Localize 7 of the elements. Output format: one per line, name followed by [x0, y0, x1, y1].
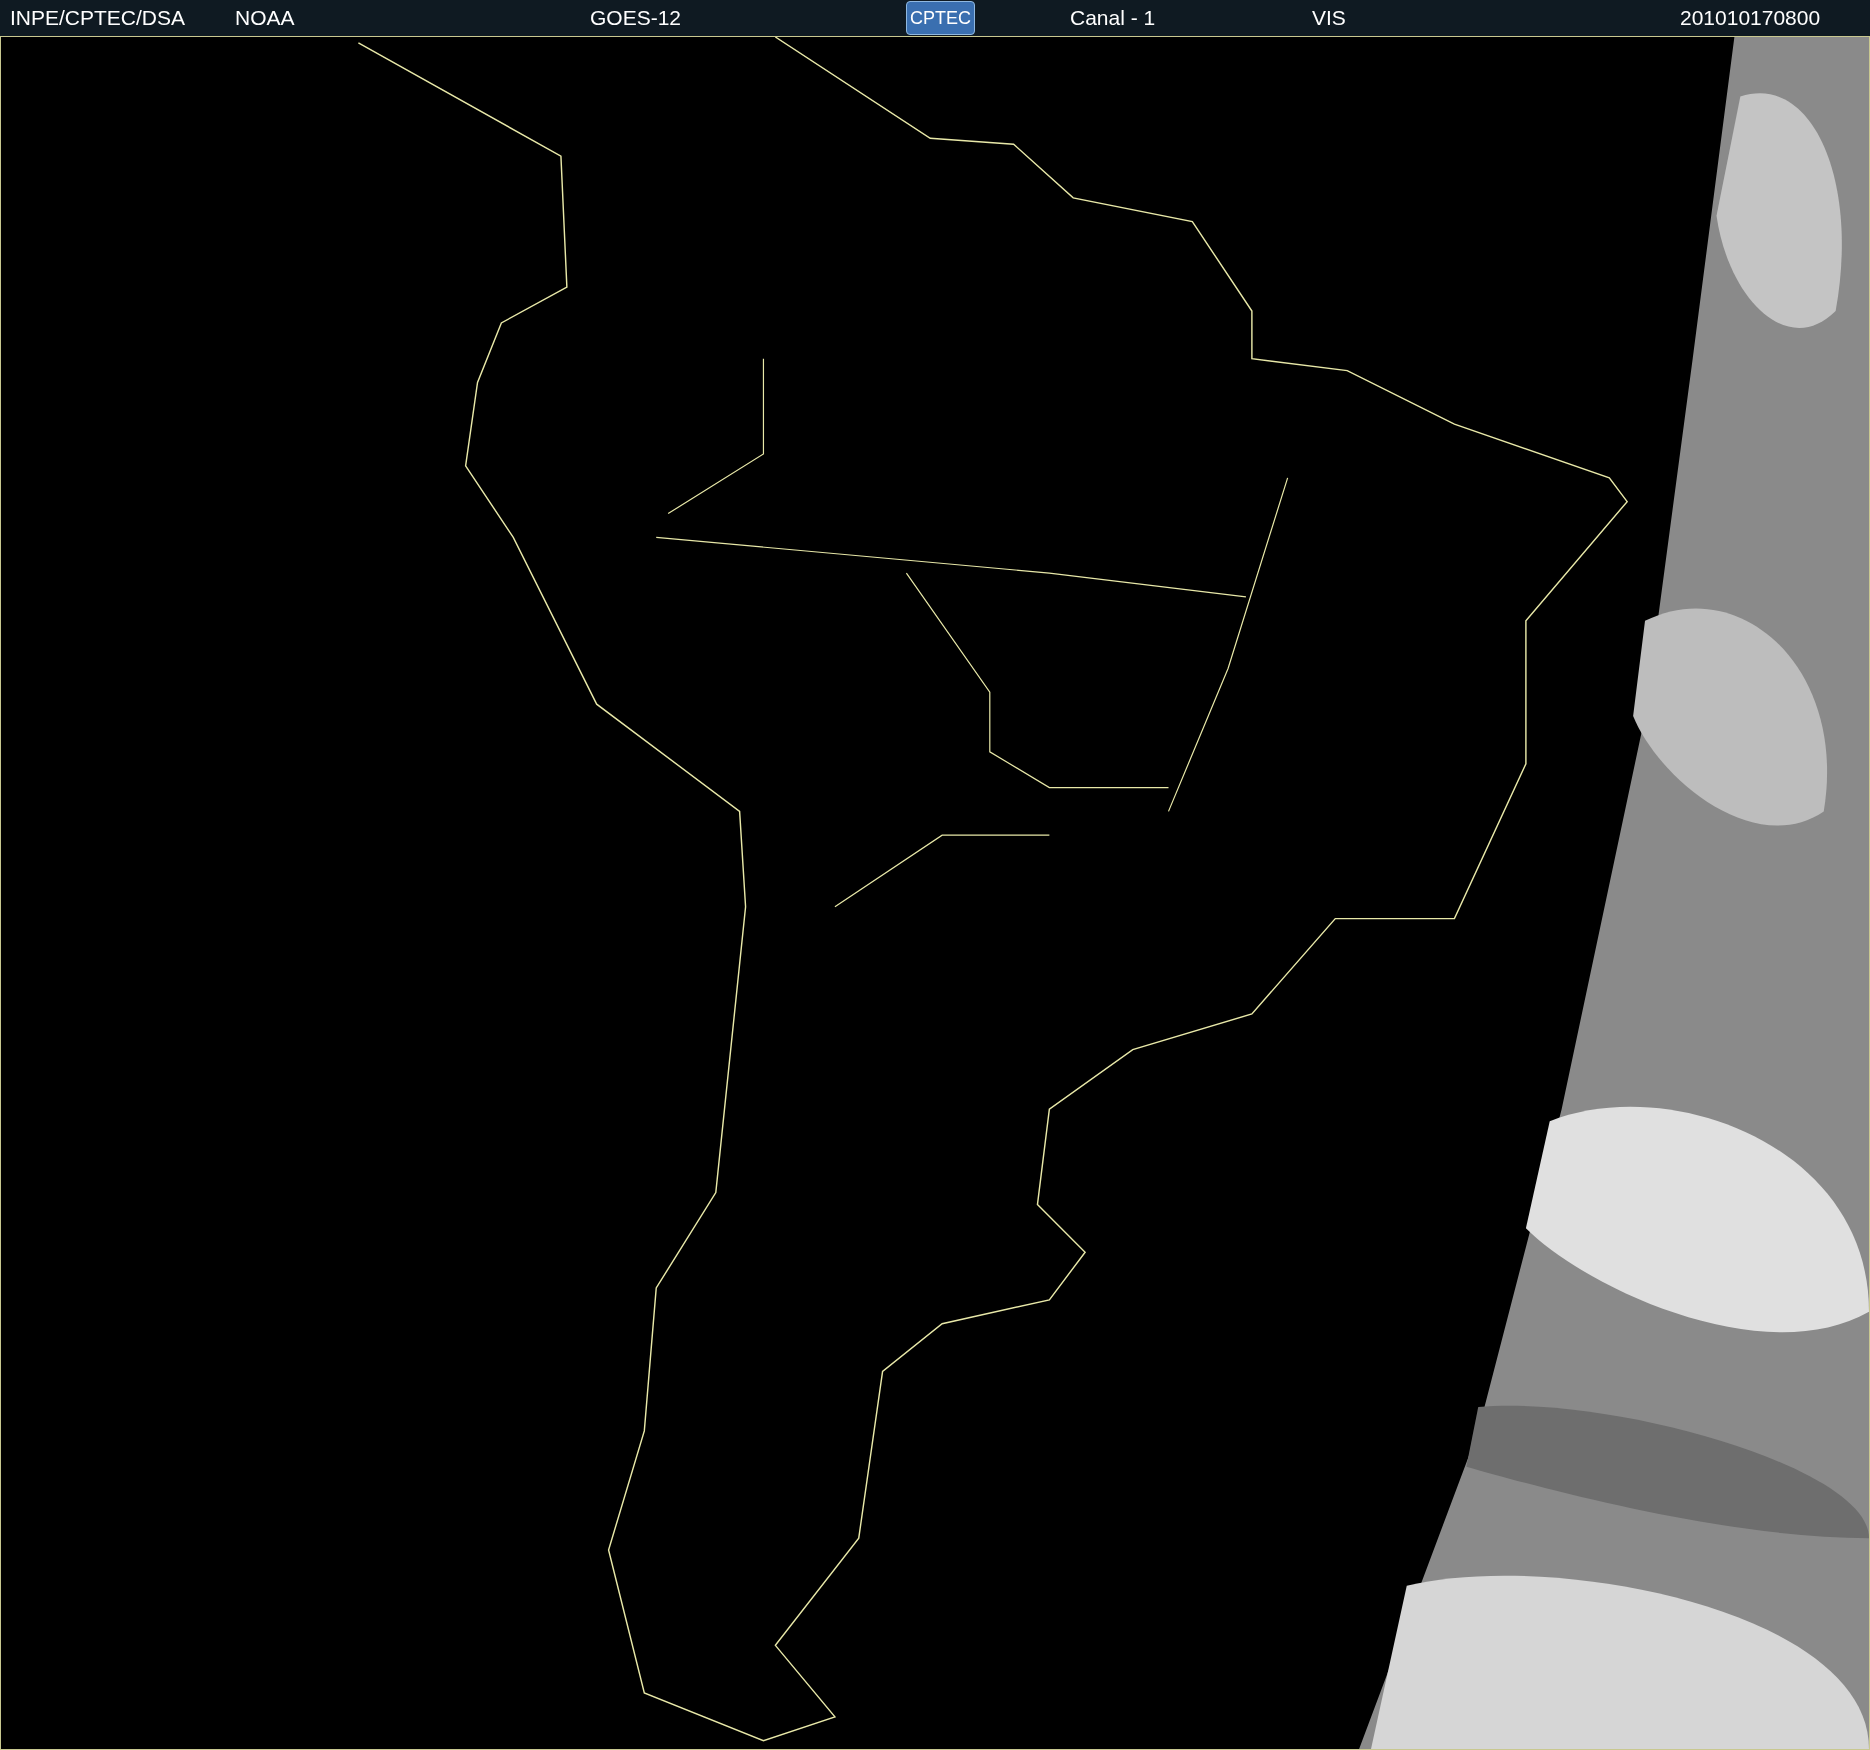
logo: CPTEC [906, 1, 975, 35]
header-label: VIS [1312, 5, 1346, 32]
header-label: INPE/CPTEC/DSA [10, 5, 186, 32]
header-label: Canal - 1 [1070, 5, 1156, 32]
header-label: GOES-12 [590, 5, 682, 32]
header-label: NOAA [235, 5, 295, 32]
header-label: 201010170800 [1680, 5, 1821, 32]
